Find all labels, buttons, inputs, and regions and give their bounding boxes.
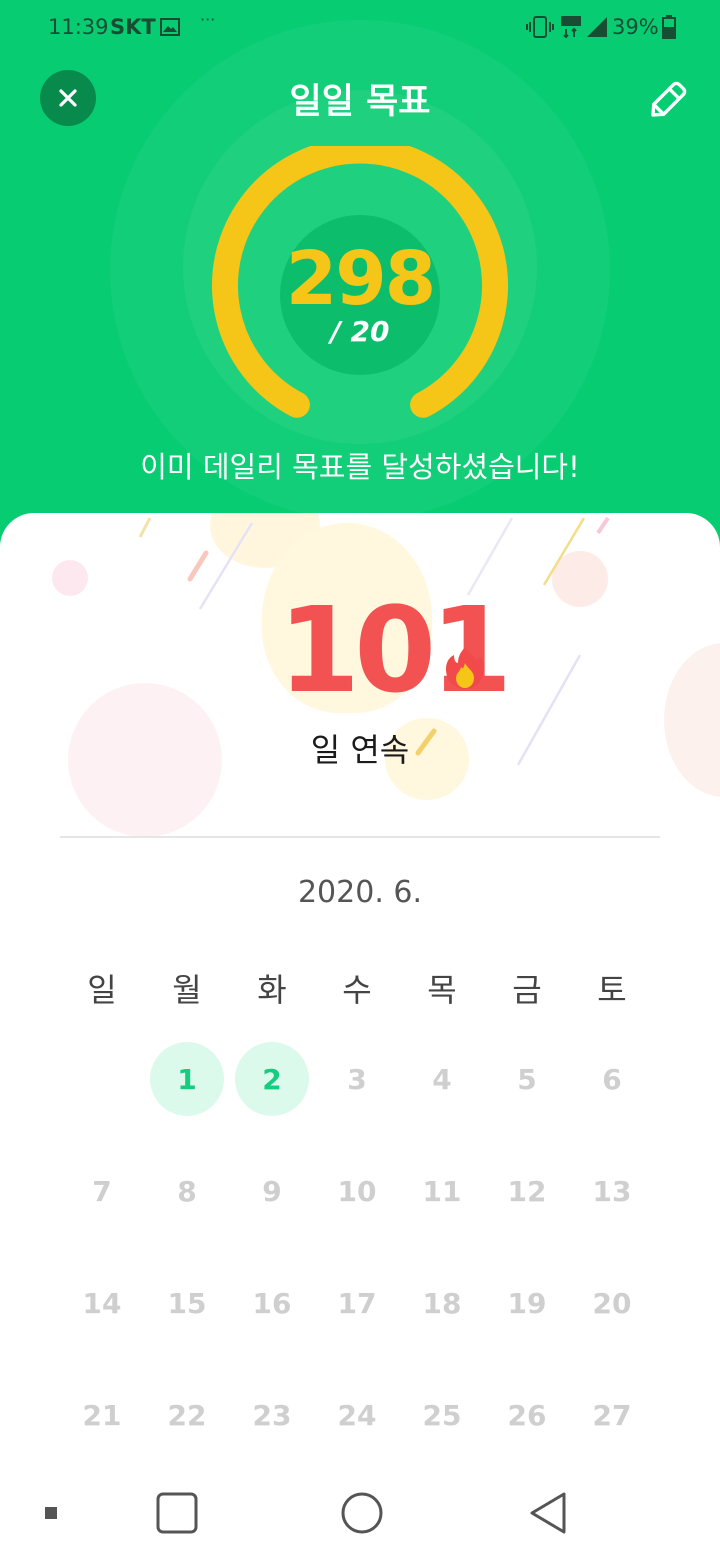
menu-square-icon[interactable] [44,1506,58,1520]
signal-icon [587,17,607,37]
edit-goal-button[interactable] [644,72,696,124]
calendar-day[interactable]: 18 [405,1266,479,1340]
calendar-day[interactable]: 13 [575,1154,649,1228]
calendar-day[interactable]: 2 [235,1042,309,1116]
calendar-day[interactable]: 24 [320,1378,394,1452]
battery-icon [662,15,676,39]
calendar-day[interactable]: 26 [490,1378,564,1452]
calendar-day[interactable]: 11 [405,1154,479,1228]
calendar-day[interactable]: 14 [65,1266,139,1340]
back-icon[interactable] [526,1490,570,1536]
page-title: 일일 목표 [289,82,431,122]
calendar-day[interactable]: 1 [150,1042,224,1116]
progress-goal: / 20 [330,315,390,348]
weekday-header: 토 [597,971,627,1009]
battery-percent: 39% [612,15,659,39]
weekday-header: 목 [427,971,457,1009]
calendar-day[interactable]: 8 [150,1154,224,1228]
calendar-day[interactable]: 19 [490,1266,564,1340]
calendar-day[interactable]: 12 [490,1154,564,1228]
calendar-day[interactable]: 27 [575,1378,649,1452]
calendar-day[interactable]: 21 [65,1378,139,1452]
home-icon[interactable] [340,1491,384,1535]
calendar-day[interactable]: 22 [150,1378,224,1452]
calendar-day[interactable]: 3 [320,1042,394,1116]
calendar-day[interactable]: 5 [490,1042,564,1116]
pencil-icon [651,81,687,117]
calendar-day[interactable]: 9 [235,1154,309,1228]
vibrate-icon [526,16,554,38]
status-more-dots: ··· [200,10,216,29]
status-carrier: SKT [110,15,156,39]
recents-icon[interactable] [156,1492,198,1534]
progress-value: 298 [285,236,436,322]
weekday-header: 일 [87,971,117,1009]
calendar-day[interactable]: 4 [405,1042,479,1116]
calendar-day[interactable]: 6 [575,1042,649,1116]
weekday-header: 월 [172,971,202,1009]
calendar-day[interactable]: 17 [320,1266,394,1340]
streak-card: 101 일 연속 2020. 6. 일 월 화 수 목 금 토 1 2 3 4 5 6 7 8 9 10 11 12… [0,513,720,1560]
calendar-day[interactable]: 20 [575,1266,649,1340]
status-time: 11:39 [48,15,109,39]
calendar-month: 2020. 6. [297,875,423,910]
weekday-header: 화 [257,971,287,1009]
flame-icon [446,647,484,689]
calendar-day[interactable]: 25 [405,1378,479,1452]
calendar-day[interactable]: 15 [150,1266,224,1340]
image-notification-icon [160,18,180,36]
goal-achieved-message: 이미 데일리 목표를 달성하셨습니다! [140,450,580,484]
calendar-day[interactable]: 7 [65,1154,139,1228]
calendar-day[interactable]: 23 [235,1378,309,1452]
system-nav-bar [0,1460,720,1560]
weekday-header: 수 [342,971,372,1009]
calendar-day[interactable]: 10 [320,1154,394,1228]
weekday-header: 금 [512,971,542,1009]
lte-icon [561,16,581,39]
daily-goal-header: 11:39 SKT ··· 39% 일일 목표 298 / 20 이미 데일리 … [0,0,720,560]
status-bar: 11:39 SKT ··· 39% [0,0,720,56]
streak-label: 일 연속 [310,731,410,769]
divider [60,836,660,838]
calendar-day[interactable]: 16 [235,1266,309,1340]
